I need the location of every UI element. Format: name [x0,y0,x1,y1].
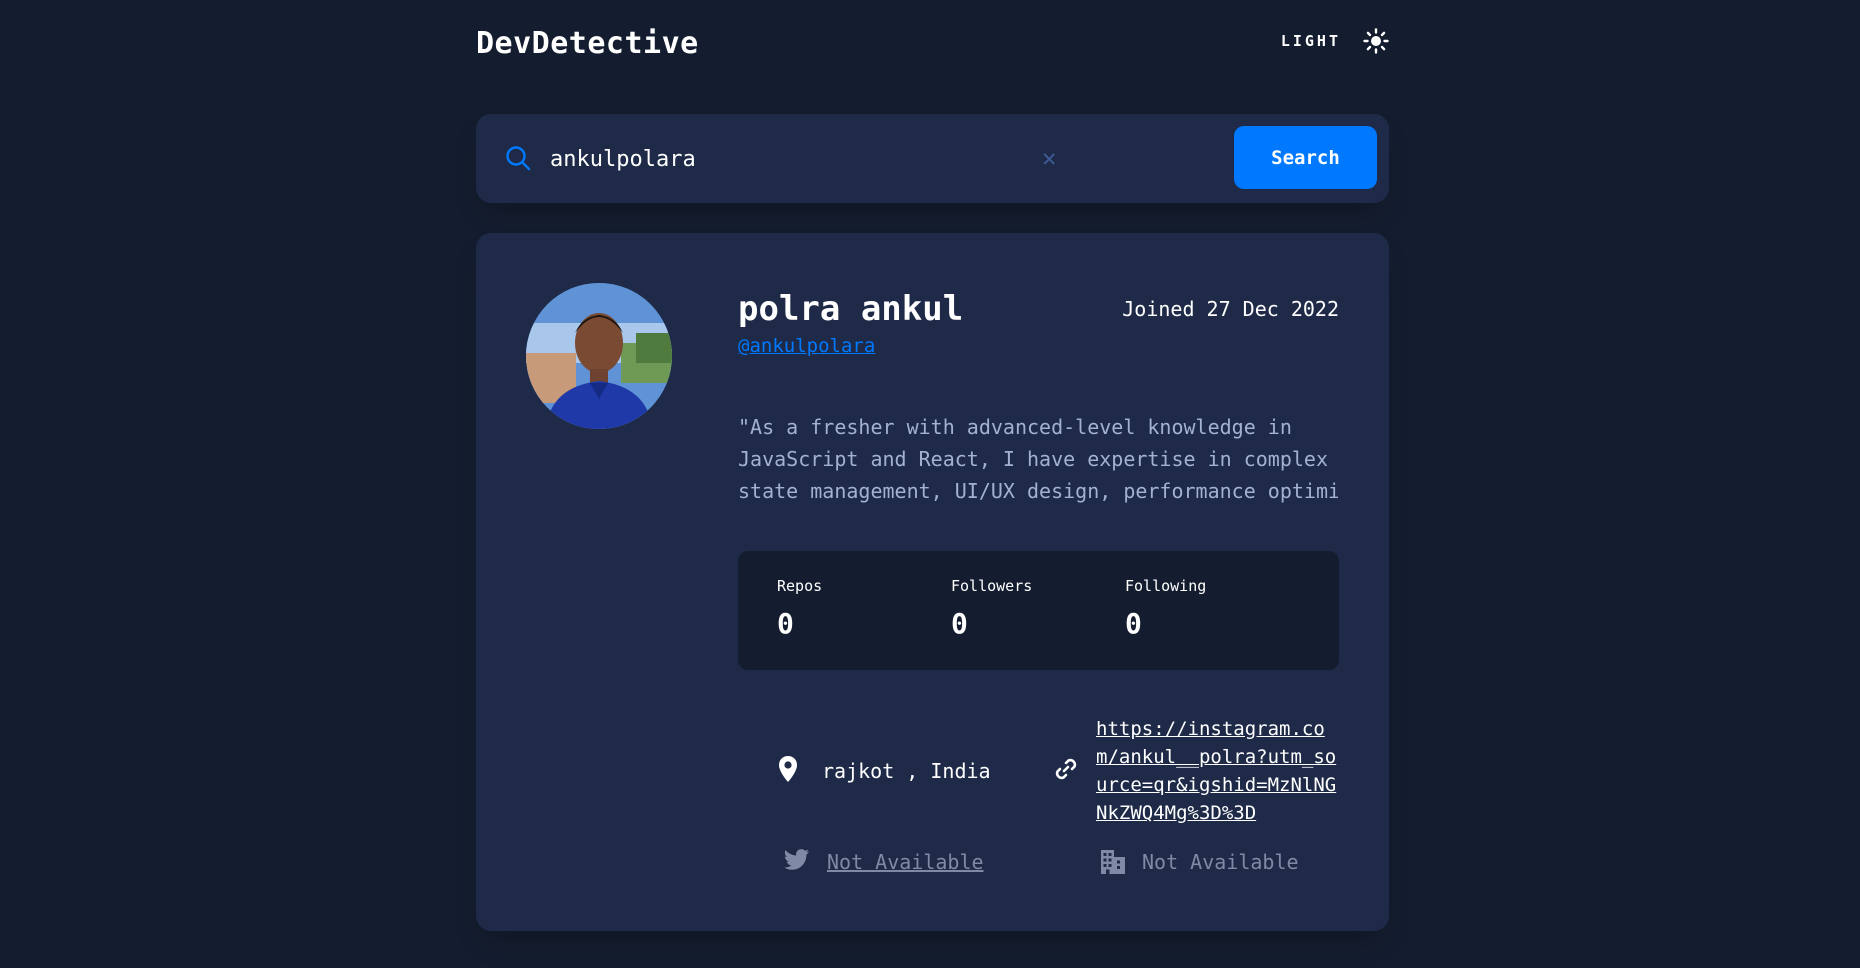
stat-value: 0 [951,607,968,640]
company-text: Not Available [1142,850,1299,874]
theme-toggle[interactable]: LIGHT [1281,28,1389,54]
avatar [526,283,672,429]
app-title: DevDetective [476,26,699,61]
bio-line: "As a fresher with advanced-level knowle… [738,415,1292,439]
search-icon [505,145,531,175]
website-link[interactable]: https://instagram.com/ankul__polra?utm_s… [1096,715,1346,827]
search-button[interactable]: Search [1234,126,1377,189]
stats-panel: Repos 0 Followers 0 Following 0 [738,551,1339,670]
joined-date: Joined 27 Dec 2022 [1122,297,1339,321]
profile-card: polra ankul Joined 27 Dec 2022 @ankulpol… [476,233,1389,931]
stat-label: Followers [951,577,1033,595]
profile-handle-link[interactable]: @ankulpolara [738,335,875,357]
stat-followers: Followers 0 [951,577,1032,640]
close-icon[interactable]: ✕ [1042,146,1056,170]
twitter-link[interactable]: Not Available [827,850,984,874]
stat-following: Following 0 [1125,577,1206,640]
stat-label: Following [1125,577,1207,595]
bio-line: JavaScript and React, I have expertise i… [738,447,1329,471]
twitter-icon [784,849,810,875]
stat-label: Repos [777,577,823,595]
location-text: rajkot , India [822,759,991,783]
search-bar: ✕ Search [476,114,1389,203]
sun-icon [1363,28,1389,54]
header: DevDetective LIGHT [476,24,1389,68]
stat-value: 0 [1125,607,1142,640]
profile-name: polra ankul [738,289,964,329]
bio-line: state management, UI/UX design, performa… [738,479,1338,503]
company-icon [1100,849,1126,879]
link-icon [1053,756,1079,786]
stat-repos: Repos 0 [777,577,822,640]
search-input[interactable] [550,140,1050,178]
theme-toggle-label: LIGHT [1280,32,1341,50]
location-icon [778,755,798,787]
stat-value: 0 [777,607,794,640]
profile-bio: "As a fresher with advanced-level knowle… [738,411,1338,507]
